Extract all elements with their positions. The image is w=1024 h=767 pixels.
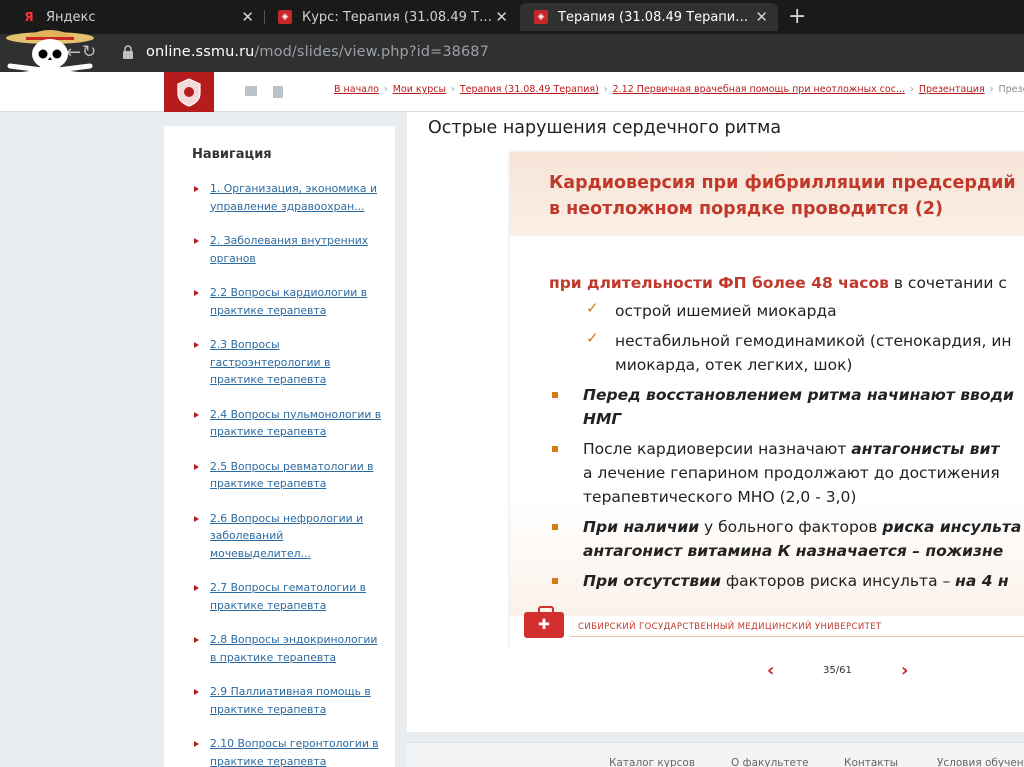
- main-content: Острые нарушения сердечного ритма Кардио…: [407, 112, 1024, 732]
- university-logo[interactable]: [164, 72, 214, 112]
- slide-line: При наличии у больного факторов риска ин…: [583, 518, 1022, 536]
- bullet-icon: [552, 524, 558, 530]
- grid-icon[interactable]: [273, 86, 283, 98]
- url-host: online.ssmu.ru: [146, 44, 255, 60]
- slide-line: при длительности ФП более 48 часов в соч…: [549, 274, 1007, 292]
- tab-title: Яндекс: [46, 9, 96, 25]
- checkmark-icon: ✓: [586, 329, 599, 347]
- lock-icon: [123, 45, 133, 59]
- footer-link-catalog[interactable]: Каталог курсов: [609, 757, 695, 767]
- footer-link-about[interactable]: О факультете: [731, 757, 809, 767]
- footer-link-contacts[interactable]: Контакты: [844, 757, 898, 767]
- address-bar[interactable]: online.ssmu.ru/mod/slides/view.php?id=38…: [146, 44, 489, 60]
- slide-line: миокарда, отек легких, шок): [615, 356, 853, 374]
- nav-item[interactable]: 2.8 Вопросы эндокринологии в практике те…: [194, 631, 384, 666]
- bullet-icon: [552, 446, 558, 452]
- tab-yandex[interactable]: Я Яндекс ✕: [8, 3, 264, 31]
- next-slide-button[interactable]: ›: [901, 660, 908, 681]
- nav-item[interactable]: 2.5 Вопросы ревматологии в практике тера…: [194, 458, 384, 493]
- slide-counter: 35/61: [823, 665, 852, 676]
- tab-title: Курс: Терапия (31.08.49 Терапия): [302, 9, 492, 25]
- tab-title: Терапия (31.08.49 Терапия): Ост: [558, 9, 754, 25]
- breadcrumb-home[interactable]: В начало: [334, 84, 379, 95]
- navigation-title: Навигация: [192, 147, 272, 162]
- breadcrumb-current: Презе: [998, 84, 1024, 95]
- bullet-icon: [552, 392, 558, 398]
- browser-tab-bar: Я Яндекс ✕ ◈ Курс: Терапия (31.08.49 Тер…: [0, 0, 1024, 34]
- breadcrumb-section[interactable]: 2.12 Первичная врачебная помощь при неот…: [613, 84, 905, 95]
- nav-item[interactable]: 1. Организация, экономика и управление з…: [194, 180, 384, 215]
- nav-item[interactable]: 2.2 Вопросы кардиологии в практике терап…: [194, 284, 384, 319]
- close-icon[interactable]: ✕: [241, 8, 254, 26]
- university-name: Сибирский государственный медицинский ун…: [578, 622, 882, 632]
- navigation-block: Навигация 1. Организация, экономика и уп…: [164, 126, 395, 767]
- bullet-icon: [552, 578, 558, 584]
- slide-pager: ‹ 35/61 ›: [510, 648, 1024, 698]
- slide-line: Перед восстановлением ритма начинают вво…: [583, 386, 1014, 404]
- browser-toolbar: ← ↻ online.ssmu.ru/mod/slides/view.php?i…: [0, 34, 1024, 72]
- slide-line: а лечение гепарином продолжают до достиж…: [583, 464, 1000, 482]
- breadcrumb-course[interactable]: Терапия (31.08.49 Терапия): [460, 84, 599, 95]
- tab-presentation[interactable]: ◈ Терапия (31.08.49 Терапия): Ост ✕: [520, 3, 778, 31]
- slide-line: При отсутствии факторов риска инсульта –…: [583, 572, 1009, 590]
- checkmark-icon: ✓: [586, 299, 599, 317]
- yandex-icon: Я: [24, 10, 34, 24]
- nav-item[interactable]: 2.9 Паллиативная помощь в практике терап…: [194, 683, 384, 718]
- slide-line: острой ишемией миокарда: [615, 302, 837, 320]
- nav-item[interactable]: 2.7 Вопросы гематологии в практике терап…: [194, 579, 384, 614]
- breadcrumb-my-courses[interactable]: Мои курсы: [393, 84, 446, 95]
- close-icon[interactable]: ✕: [755, 8, 768, 26]
- nav-item[interactable]: 2.3 Вопросы гастроэнтерологии в практике…: [194, 336, 384, 389]
- slide-line: терапевтического МНО (2,0 - 3,0): [583, 488, 857, 506]
- page-title: Острые нарушения сердечного ритма: [428, 118, 782, 138]
- nav-item[interactable]: 2.6 Вопросы нефрологии и заболеваний моч…: [194, 510, 384, 563]
- site-header: В начало › Мои курсы › Терапия (31.08.49 Тер…: [0, 72, 1024, 112]
- medical-kit-icon: ✚: [524, 606, 564, 638]
- breadcrumb-presentation[interactable]: Презентация: [919, 84, 985, 95]
- slide-line: НМГ: [583, 410, 622, 428]
- close-icon[interactable]: ✕: [495, 8, 508, 26]
- breadcrumb: В начало › Мои курсы › Терапия (31.08.49 Тер…: [334, 84, 1024, 95]
- navigation-list: 1. Организация, экономика и управление з…: [194, 180, 384, 767]
- nav-item[interactable]: 2. Заболевания внутренних органов: [194, 232, 384, 267]
- slide-body: при длительности ФП более 48 часов в соч…: [510, 236, 1024, 616]
- ssmu-favicon-icon: ◈: [278, 10, 292, 24]
- mail-icon[interactable]: [245, 86, 257, 96]
- crest-icon: [177, 78, 201, 107]
- presentation-slide: Кардиоверсия при фибрилляции предсердий …: [510, 152, 1024, 648]
- slide-title: Кардиоверсия при фибрилляции предсердий …: [549, 173, 1016, 219]
- prev-slide-button[interactable]: ‹: [767, 660, 774, 681]
- slide-line: антагонист витамина К назначается – пожи…: [583, 542, 1004, 560]
- nav-item[interactable]: 2.4 Вопросы пульмонологии в практике тер…: [194, 406, 384, 441]
- nav-item[interactable]: 2.10 Вопросы геронтологии в практике тер…: [194, 735, 384, 767]
- slide-line: После кардиоверсии назначают антагонисты…: [583, 440, 1000, 458]
- site-footer: Каталог курсов О факультете Контакты Усл…: [407, 742, 1024, 767]
- footer-divider: [570, 636, 1024, 637]
- slide-line: нестабильной гемодинамикой (стенокардия,…: [615, 332, 1012, 350]
- new-tab-button[interactable]: +: [788, 4, 806, 29]
- ssmu-favicon-icon: ◈: [534, 10, 548, 24]
- slide-footer: ✚ Сибирский государственный медицинский …: [510, 606, 1024, 648]
- footer-link-terms[interactable]: Условия обучени: [937, 757, 1024, 767]
- url-path: /mod/slides/view.php?id=38687: [254, 44, 489, 60]
- tab-course[interactable]: ◈ Курс: Терапия (31.08.49 Терапия) ✕: [264, 3, 518, 31]
- slide-header: Кардиоверсия при фибрилляции предсердий …: [510, 152, 1024, 236]
